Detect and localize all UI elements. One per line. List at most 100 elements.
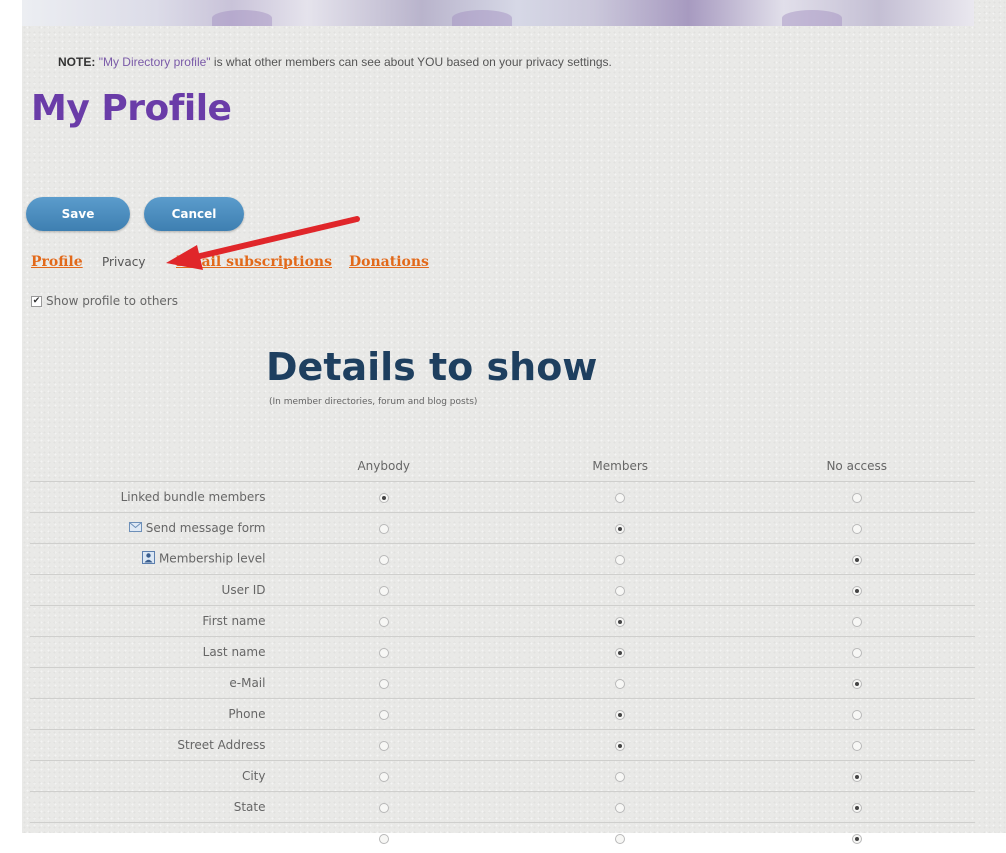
radio-anybody[interactable] bbox=[379, 741, 389, 751]
radio-anybody[interactable] bbox=[379, 772, 389, 782]
privacy-settings-table: Anybody Members No access Linked bundle … bbox=[30, 450, 975, 853]
radio-members[interactable] bbox=[615, 772, 625, 782]
radio-members[interactable] bbox=[615, 617, 625, 627]
radio-no-access[interactable] bbox=[852, 524, 862, 534]
radio-no-access[interactable] bbox=[852, 710, 862, 720]
radio-members[interactable] bbox=[615, 493, 625, 503]
table-row: City bbox=[30, 761, 975, 792]
field-label-cell: State bbox=[30, 792, 265, 823]
envelope-icon bbox=[129, 521, 142, 535]
privacy-table-body: Linked bundle membersSend message formMe… bbox=[30, 482, 975, 853]
option-cell-no-access bbox=[738, 823, 975, 853]
table-row: Linked bundle members bbox=[30, 482, 975, 513]
radio-members[interactable] bbox=[615, 834, 625, 844]
table-row bbox=[30, 823, 975, 853]
radio-anybody[interactable] bbox=[379, 803, 389, 813]
radio-members[interactable] bbox=[615, 586, 625, 596]
option-cell-members bbox=[502, 699, 739, 730]
table-row: Last name bbox=[30, 637, 975, 668]
details-subheading: (In member directories, forum and blog p… bbox=[269, 397, 477, 407]
tab-donations[interactable]: Donations bbox=[349, 254, 429, 270]
field-label-cell: User ID bbox=[30, 575, 265, 606]
table-row: e-Mail bbox=[30, 668, 975, 699]
field-label: Last name bbox=[203, 645, 266, 659]
tab-profile[interactable]: Profile bbox=[31, 254, 83, 270]
radio-members[interactable] bbox=[615, 741, 625, 751]
header-banner-image bbox=[22, 0, 974, 26]
option-cell-anybody bbox=[265, 575, 502, 606]
radio-anybody[interactable] bbox=[379, 834, 389, 844]
field-label-cell: Phone bbox=[30, 699, 265, 730]
field-label-cell: e-Mail bbox=[30, 668, 265, 699]
note-text: is what other members can see about YOU … bbox=[211, 55, 612, 69]
banner-flower-decoration bbox=[782, 10, 842, 26]
radio-no-access[interactable] bbox=[852, 803, 862, 813]
radio-members[interactable] bbox=[615, 710, 625, 720]
column-header-anybody: Anybody bbox=[265, 450, 502, 482]
radio-no-access[interactable] bbox=[852, 555, 862, 565]
option-cell-no-access bbox=[738, 730, 975, 761]
radio-anybody[interactable] bbox=[379, 648, 389, 658]
option-cell-anybody bbox=[265, 668, 502, 699]
radio-anybody[interactable] bbox=[379, 710, 389, 720]
field-label: Linked bundle members bbox=[121, 490, 266, 504]
radio-anybody[interactable] bbox=[379, 617, 389, 627]
field-label-cell: First name bbox=[30, 606, 265, 637]
radio-members[interactable] bbox=[615, 679, 625, 689]
note-directory-profile-text: "My Directory profile" bbox=[99, 55, 211, 69]
radio-no-access[interactable] bbox=[852, 617, 862, 627]
option-cell-no-access bbox=[738, 575, 975, 606]
table-row: State bbox=[30, 792, 975, 823]
radio-no-access[interactable] bbox=[852, 741, 862, 751]
option-cell-members bbox=[502, 668, 739, 699]
radio-members[interactable] bbox=[615, 524, 625, 534]
table-row: Membership level bbox=[30, 544, 975, 575]
field-label-cell bbox=[30, 823, 265, 853]
radio-no-access[interactable] bbox=[852, 834, 862, 844]
option-cell-no-access bbox=[738, 668, 975, 699]
field-label: User ID bbox=[222, 583, 266, 597]
option-cell-members bbox=[502, 637, 739, 668]
option-cell-anybody bbox=[265, 823, 502, 853]
field-label-cell: Linked bundle members bbox=[30, 482, 265, 513]
option-cell-members bbox=[502, 606, 739, 637]
field-label: Street Address bbox=[177, 738, 265, 752]
field-label-cell: Street Address bbox=[30, 730, 265, 761]
field-label-cell: City bbox=[30, 761, 265, 792]
option-cell-no-access bbox=[738, 544, 975, 575]
radio-anybody[interactable] bbox=[379, 493, 389, 503]
radio-members[interactable] bbox=[615, 648, 625, 658]
cancel-button[interactable]: Cancel bbox=[144, 197, 244, 231]
option-cell-members bbox=[502, 544, 739, 575]
show-profile-option[interactable]: ✔ Show profile to others bbox=[31, 294, 178, 308]
radio-anybody[interactable] bbox=[379, 524, 389, 534]
radio-anybody[interactable] bbox=[379, 679, 389, 689]
option-cell-no-access bbox=[738, 513, 975, 544]
table-header-row: Anybody Members No access bbox=[30, 450, 975, 482]
radio-anybody[interactable] bbox=[379, 555, 389, 565]
show-profile-label: Show profile to others bbox=[46, 294, 178, 308]
table-row: Street Address bbox=[30, 730, 975, 761]
tab-email-subscriptions[interactable]: Email subscriptions bbox=[176, 254, 332, 270]
save-button[interactable]: Save bbox=[26, 197, 130, 231]
option-cell-members bbox=[502, 513, 739, 544]
option-cell-no-access bbox=[738, 792, 975, 823]
privacy-note: NOTE: "My Directory profile" is what oth… bbox=[58, 55, 612, 69]
radio-no-access[interactable] bbox=[852, 586, 862, 596]
radio-no-access[interactable] bbox=[852, 648, 862, 658]
radio-anybody[interactable] bbox=[379, 586, 389, 596]
member-badge-icon bbox=[142, 551, 155, 567]
radio-no-access[interactable] bbox=[852, 772, 862, 782]
field-label: e-Mail bbox=[229, 676, 265, 690]
radio-members[interactable] bbox=[615, 555, 625, 565]
details-heading: Details to show bbox=[266, 345, 597, 389]
table-row: First name bbox=[30, 606, 975, 637]
option-cell-anybody bbox=[265, 544, 502, 575]
option-cell-no-access bbox=[738, 637, 975, 668]
radio-members[interactable] bbox=[615, 803, 625, 813]
show-profile-checkbox[interactable]: ✔ bbox=[31, 296, 42, 307]
tab-privacy[interactable]: Privacy bbox=[102, 255, 145, 269]
option-cell-no-access bbox=[738, 606, 975, 637]
radio-no-access[interactable] bbox=[852, 493, 862, 503]
radio-no-access[interactable] bbox=[852, 679, 862, 689]
